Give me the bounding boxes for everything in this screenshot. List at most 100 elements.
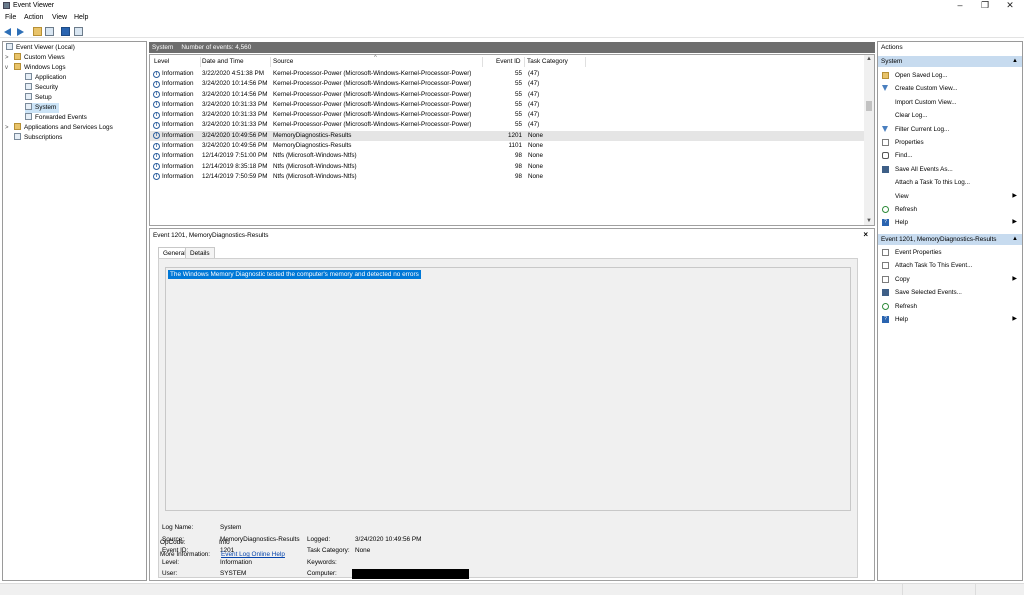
action-label: Help xyxy=(895,316,908,323)
action-label: Refresh xyxy=(895,302,918,310)
action-properties[interactable]: Properties xyxy=(878,137,1022,148)
action-clear-log[interactable]: Clear Log... xyxy=(878,110,1022,121)
menu-action[interactable]: Action xyxy=(24,14,43,21)
open-folder-icon[interactable] xyxy=(33,27,42,36)
help-icon: ? xyxy=(882,219,889,227)
level-value: Information xyxy=(220,559,252,566)
action-help[interactable]: ? Help ▶ xyxy=(878,217,1022,228)
center-pane: System Number of events: 4,560 ^ Level Da… xyxy=(149,41,875,581)
event-description[interactable]: The Windows Memory Diagnostic tested the… xyxy=(168,270,421,279)
actions-section-system[interactable]: System ▲ xyxy=(878,56,1022,67)
action-view[interactable]: View ▶ xyxy=(878,191,1022,202)
action-refresh[interactable]: Refresh xyxy=(878,301,1022,312)
event-row[interactable]: i Information 3/22/2020 4:51:38 PM Kernel-P… xyxy=(150,69,864,79)
menu-file[interactable]: File xyxy=(5,14,16,21)
event-row[interactable]: i Information 3/24/2020 10:31:33 PM Kernel-… xyxy=(150,110,864,120)
event-level: Information xyxy=(162,70,194,77)
forward-button[interactable] xyxy=(15,27,24,36)
menu-help[interactable]: Help xyxy=(74,14,88,21)
events-scrollbar[interactable]: ▲ ▼ xyxy=(864,55,874,225)
tree-item-forwarded-events[interactable]: Forwarded Events xyxy=(25,113,87,123)
filter-icon xyxy=(882,125,888,132)
column-separator[interactable] xyxy=(524,57,525,67)
column-header-source[interactable]: Source xyxy=(273,58,293,65)
column-header-date-and-time[interactable]: Date and Time xyxy=(202,58,244,65)
tree-item-applications-and-services-logs[interactable]: > Applications and Services Logs xyxy=(5,123,113,133)
action-attach-task-to-this-event[interactable]: Attach Task To This Event... xyxy=(878,260,1022,271)
collapse-caret-icon[interactable]: ▲ xyxy=(1012,56,1018,67)
event-row[interactable]: i Information 3/24/2020 10:31:33 PM Kernel-… xyxy=(150,120,864,130)
event-source: MemoryDiagnostics-Results xyxy=(273,131,352,139)
tree-item-system[interactable]: System xyxy=(25,103,60,113)
task-category-label: Task Category: xyxy=(307,547,350,554)
column-separator[interactable] xyxy=(270,57,271,67)
sort-caret-icon: ^ xyxy=(374,55,377,61)
close-icon[interactable]: × xyxy=(863,230,868,239)
minimize-button[interactable]: – xyxy=(947,0,973,12)
column-header-event-id[interactable]: Event ID xyxy=(496,58,521,65)
actions-pane: Actions System ▲ Open Saved Log... Create … xyxy=(877,41,1023,581)
scroll-up-icon[interactable]: ▲ xyxy=(866,56,872,62)
event-row[interactable]: i Information 12/14/2019 7:51:00 PM Ntfs (M… xyxy=(150,151,864,161)
event-row[interactable]: i Information 3/24/2020 10:14:56 PM Kernel-… xyxy=(150,90,864,100)
console-tree: Event Viewer (Local) > Custom Views v Wi… xyxy=(2,41,147,581)
event-row[interactable]: i Information 12/14/2019 8:35:18 PM Ntfs (M… xyxy=(150,162,864,172)
action-open-saved-log[interactable]: Open Saved Log... xyxy=(878,70,1022,81)
menu-view[interactable]: View xyxy=(52,14,67,21)
event-row[interactable]: i Information 3/24/2020 10:14:56 PM Kernel-… xyxy=(150,79,864,89)
event-id: 55 xyxy=(514,100,522,108)
collapse-icon[interactable]: v xyxy=(5,63,8,73)
action-label: Copy xyxy=(895,275,910,283)
scroll-down-icon[interactable]: ▼ xyxy=(866,218,872,224)
action-label: Attach a Task To this Log... xyxy=(895,179,971,187)
event-task-category: (47) xyxy=(528,80,540,88)
action-attach-a-task-to-this-log[interactable]: Attach a Task To this Log... xyxy=(878,177,1022,188)
tree-item-subscriptions[interactable]: Subscriptions xyxy=(14,133,62,143)
close-button[interactable]: ✕ xyxy=(997,0,1023,12)
column-separator[interactable] xyxy=(200,57,201,67)
action-import-custom-view[interactable]: Import Custom View... xyxy=(878,97,1022,108)
action-copy[interactable]: Copy ▶ xyxy=(878,274,1022,285)
task-category-value: None xyxy=(355,547,371,554)
event-task-category: None xyxy=(528,152,544,160)
tree-item-windows-logs[interactable]: v Windows Logs xyxy=(5,63,66,73)
tree-item-setup[interactable]: Setup xyxy=(25,93,52,103)
restore-button[interactable]: ❐ xyxy=(972,0,998,12)
action-save-all-events-as[interactable]: Save All Events As... xyxy=(878,164,1022,175)
event-row[interactable]: i Information 3/24/2020 10:31:33 PM Kernel-… xyxy=(150,100,864,110)
action-event-properties[interactable]: Event Properties xyxy=(878,247,1022,258)
scroll-thumb[interactable] xyxy=(866,101,872,111)
column-header-task-category[interactable]: Task Category xyxy=(527,58,568,65)
event-level: Information xyxy=(162,111,194,119)
tree-item-application[interactable]: Application xyxy=(25,73,66,83)
column-header-level[interactable]: Level xyxy=(154,58,169,65)
log-name: System xyxy=(152,44,174,51)
event-id: 55 xyxy=(514,111,522,119)
show-hide-console-tree-icon[interactable] xyxy=(45,27,54,36)
event-row[interactable]: i Information 12/14/2019 7:50:59 PM Ntfs (M… xyxy=(150,172,864,182)
tree-item-security[interactable]: Security xyxy=(25,83,58,93)
tree-item-custom-views[interactable]: > Custom Views xyxy=(5,53,65,63)
action-refresh[interactable]: Refresh xyxy=(878,204,1022,215)
tree-item-event-viewer-local[interactable]: Event Viewer (Local) xyxy=(6,43,75,53)
action-find[interactable]: Find... xyxy=(878,150,1022,161)
action-help[interactable]: ? Help ▶ xyxy=(878,314,1022,325)
action-create-custom-view[interactable]: Create Custom View... xyxy=(878,83,1022,94)
expand-icon[interactable]: > xyxy=(5,53,9,63)
event-log-online-help-link[interactable]: Event Log Online Help xyxy=(221,551,285,558)
actions-section-event[interactable]: Event 1201, MemoryDiagnostics-Results ▲ xyxy=(878,234,1022,245)
show-hide-action-pane-icon[interactable] xyxy=(74,27,83,36)
column-separator[interactable] xyxy=(482,57,483,67)
event-source: Kernel-Processor-Power (Microsoft-Window… xyxy=(273,121,472,129)
event-row[interactable]: i Information 3/24/2020 10:49:56 PM MemoryD… xyxy=(150,130,864,142)
column-separator[interactable] xyxy=(585,57,586,67)
event-row[interactable]: i Information 3/24/2020 10:49:56 PM MemoryD… xyxy=(150,141,864,151)
event-description-box[interactable]: The Windows Memory Diagnostic tested the… xyxy=(165,267,851,511)
information-icon: i xyxy=(153,91,160,99)
expand-icon[interactable]: > xyxy=(5,123,9,133)
help-icon[interactable] xyxy=(61,27,70,36)
action-filter-current-log[interactable]: Filter Current Log... xyxy=(878,124,1022,135)
action-save-selected-events[interactable]: Save Selected Events... xyxy=(878,287,1022,298)
collapse-caret-icon[interactable]: ▲ xyxy=(1012,234,1018,245)
back-button[interactable] xyxy=(4,27,13,36)
